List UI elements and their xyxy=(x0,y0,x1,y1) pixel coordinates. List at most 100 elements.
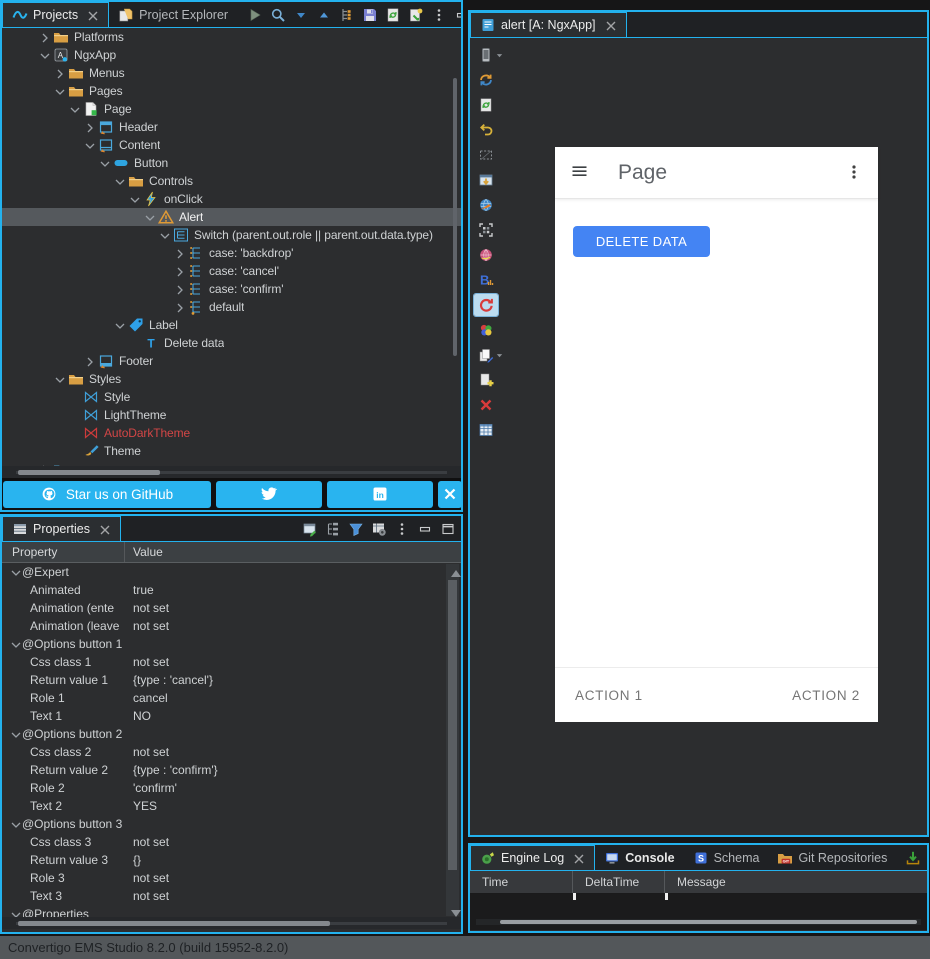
tree-item-autodarktheme[interactable]: AutoDarkTheme xyxy=(2,424,461,442)
close-icon[interactable] xyxy=(85,8,99,22)
property-row[interactable]: Animation (entenot set xyxy=(2,599,461,617)
scroll-down-icon[interactable] xyxy=(448,905,457,914)
scroll-up-icon[interactable] xyxy=(448,566,457,575)
expand-all-button[interactable] xyxy=(312,4,335,26)
device-select-button[interactable] xyxy=(474,44,508,66)
property-value[interactable]: cancel xyxy=(125,691,168,705)
property-row[interactable]: Css class 1not set xyxy=(2,653,461,671)
chevron-down-icon[interactable] xyxy=(8,565,22,579)
property-value[interactable]: not set xyxy=(125,871,169,885)
property-row[interactable]: @Properties xyxy=(2,905,461,917)
tree-item-case-cancel[interactable]: case: 'cancel' xyxy=(2,262,461,280)
tree-item-label[interactable]: Label xyxy=(2,316,461,334)
tree-item-header[interactable]: Header xyxy=(2,118,461,136)
properties-horizontal-scrollbar[interactable] xyxy=(2,917,461,929)
open-in-app-viewer-button[interactable] xyxy=(474,169,498,191)
property-value[interactable]: not set xyxy=(125,601,169,615)
pin-to-selection-button[interactable] xyxy=(298,518,321,540)
minimize-button[interactable] xyxy=(450,4,461,26)
tab-git-staging[interactable]: Git Staging xyxy=(896,845,927,870)
maximize-button[interactable] xyxy=(436,518,459,540)
action1-button[interactable]: ACTION 1 xyxy=(575,688,643,703)
tree-item-controls[interactable]: Controls xyxy=(2,172,461,190)
chevron-down-icon[interactable] xyxy=(495,351,504,360)
property-row[interactable]: Animation (leavenot set xyxy=(2,617,461,635)
chevron-down-icon[interactable] xyxy=(112,318,127,333)
refresh-page-button[interactable] xyxy=(474,94,498,116)
property-row[interactable]: Text 3not set xyxy=(2,887,461,905)
property-value[interactable]: not set xyxy=(125,655,169,669)
chevron-right-icon[interactable] xyxy=(37,30,52,45)
refresh-button[interactable] xyxy=(381,4,404,26)
property-row[interactable]: @Options button 1 xyxy=(2,635,461,653)
tree-item-alert[interactable]: Alert xyxy=(2,208,461,226)
property-value[interactable]: YES xyxy=(125,799,157,813)
save-button[interactable] xyxy=(358,4,381,26)
tab-project-explorer[interactable]: Project Explorer xyxy=(109,2,237,27)
tab-engine-log[interactable]: Engine Log xyxy=(470,845,595,870)
scrollbar-thumb[interactable] xyxy=(500,920,917,924)
chevron-down-icon[interactable] xyxy=(142,210,157,225)
link-with-editor-button[interactable] xyxy=(335,4,358,26)
tree-item-menus[interactable]: Menus xyxy=(2,64,461,82)
app-builder-button[interactable]: B xyxy=(474,269,498,291)
remove-class-button[interactable] xyxy=(474,394,498,416)
tree-item-button[interactable]: Button xyxy=(2,154,461,172)
tree-item-case-confirm[interactable]: case: 'confirm' xyxy=(2,280,461,298)
tree-item-switch-parent-out-role-parent-out-data-type[interactable]: Switch (parent.out.role || parent.out.da… xyxy=(2,226,461,244)
chevron-right-icon[interactable] xyxy=(172,282,187,297)
property-value[interactable]: 'confirm' xyxy=(125,781,177,795)
tree-horizontal-scrollbar[interactable] xyxy=(2,466,461,478)
inspect-button[interactable] xyxy=(474,144,498,166)
tree-item-case-backdrop[interactable]: case: 'backdrop' xyxy=(2,244,461,262)
chevron-down-icon[interactable] xyxy=(127,192,142,207)
tab-git-repositories[interactable]: GITGit Repositories xyxy=(768,845,896,870)
tree-item-content[interactable]: Content xyxy=(2,136,461,154)
tree-item-page[interactable]: Page xyxy=(2,100,461,118)
edit-style-button[interactable] xyxy=(474,344,508,366)
run-button[interactable] xyxy=(243,4,266,26)
banner-close-button[interactable] xyxy=(438,481,462,508)
property-row[interactable]: Css class 3not set xyxy=(2,833,461,851)
chevron-right-icon[interactable] xyxy=(82,120,97,135)
theme-palette-button[interactable] xyxy=(474,319,498,341)
close-icon[interactable] xyxy=(603,18,617,32)
chevron-down-icon[interactable] xyxy=(67,102,82,117)
rebuild-button[interactable] xyxy=(474,294,498,316)
show-advanced-button[interactable] xyxy=(367,518,390,540)
property-row[interactable]: Role 1cancel xyxy=(2,689,461,707)
chevron-right-icon[interactable] xyxy=(172,246,187,261)
chevron-right-icon[interactable] xyxy=(52,66,67,81)
grid-view-button[interactable] xyxy=(474,419,498,441)
properties-vertical-scrollbar[interactable] xyxy=(446,564,459,916)
twitter-button[interactable] xyxy=(216,481,322,508)
sync-button[interactable] xyxy=(474,69,498,91)
property-value[interactable]: {type : 'confirm'} xyxy=(125,763,218,777)
chevron-down-icon[interactable] xyxy=(52,372,67,387)
tree-item-default[interactable]: default xyxy=(2,298,461,316)
add-class-button[interactable] xyxy=(474,369,498,391)
chevron-down-icon[interactable] xyxy=(97,156,112,171)
scrollbar-thumb[interactable] xyxy=(18,921,330,926)
property-row[interactable]: @Options button 3 xyxy=(2,815,461,833)
linkedin-button[interactable]: in xyxy=(327,481,433,508)
import-wizard-button[interactable] xyxy=(404,4,427,26)
minimize-button[interactable] xyxy=(413,518,436,540)
property-row[interactable]: Return value 1{type : 'cancel'} xyxy=(2,671,461,689)
property-value[interactable]: not set xyxy=(125,619,169,633)
filter-button[interactable] xyxy=(344,518,367,540)
scrollbar-thumb[interactable] xyxy=(453,78,457,356)
property-row[interactable]: Text 1NO xyxy=(2,707,461,725)
chevron-right-icon[interactable] xyxy=(172,264,187,279)
open-in-browser-button[interactable] xyxy=(474,194,498,216)
property-row[interactable]: @Expert xyxy=(2,563,461,581)
close-icon[interactable] xyxy=(571,851,585,865)
view-menu-button[interactable] xyxy=(427,4,450,26)
star-github-button[interactable]: Star us on GitHub xyxy=(3,481,211,508)
remote-url-button[interactable] xyxy=(474,244,498,266)
chevron-right-icon[interactable] xyxy=(172,300,187,315)
chevron-down-icon[interactable] xyxy=(8,907,22,917)
view-menu-button[interactable] xyxy=(390,518,413,540)
back-button[interactable] xyxy=(474,119,498,141)
chevron-down-icon[interactable] xyxy=(8,637,22,651)
